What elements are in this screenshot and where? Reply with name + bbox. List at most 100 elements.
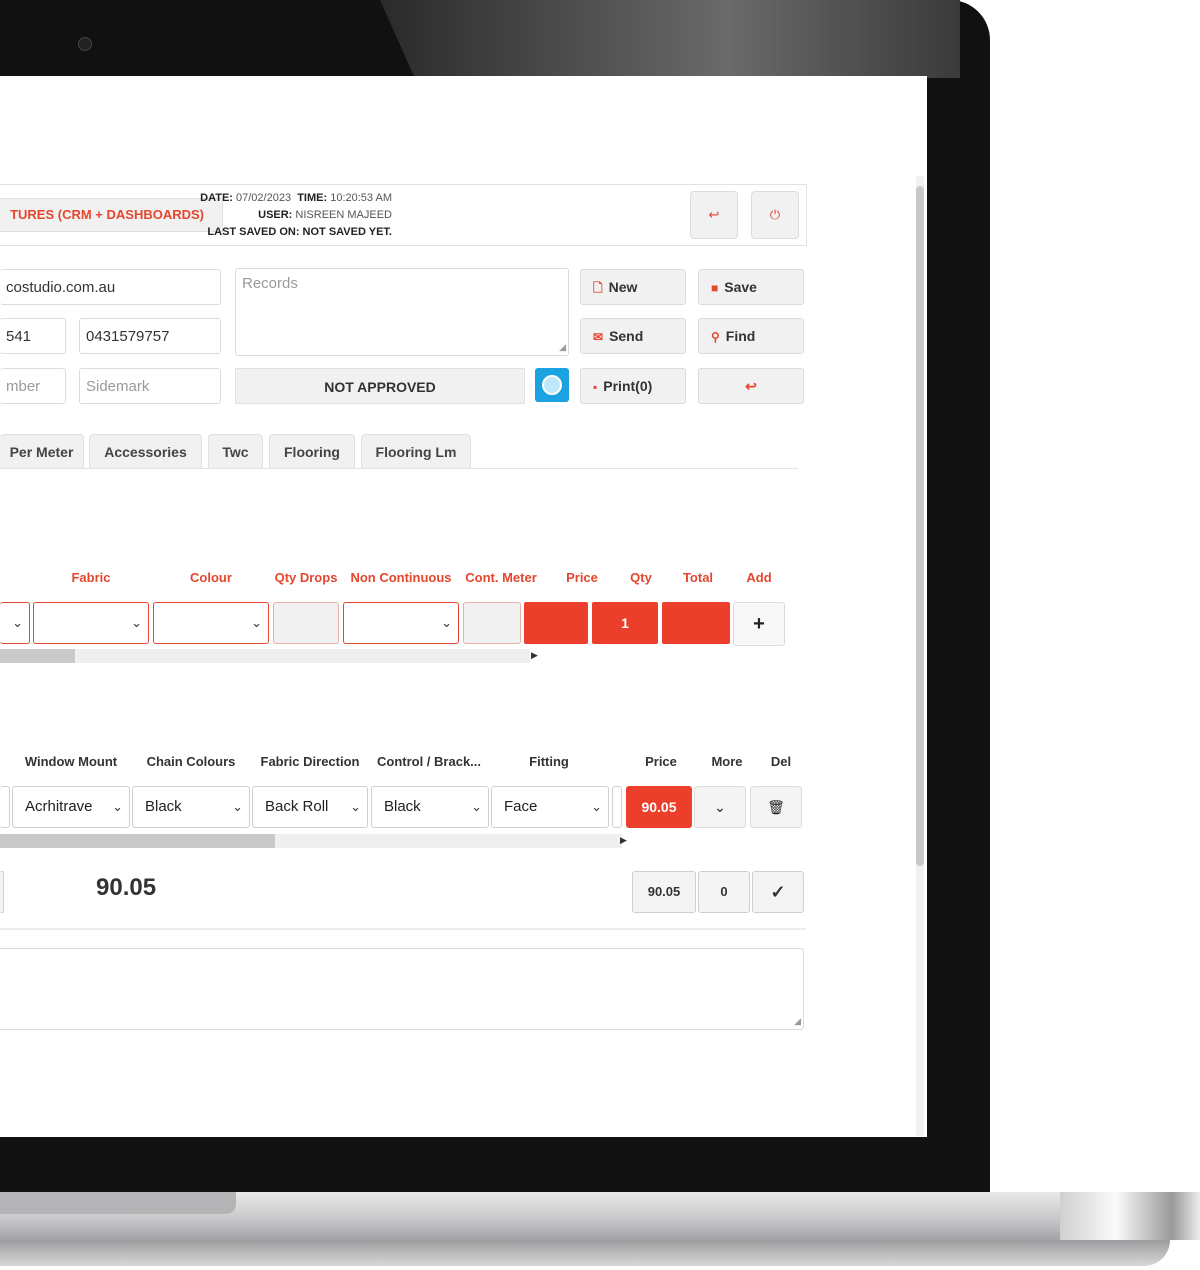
col-header-fabric-direction: Fabric Direction: [260, 754, 360, 769]
cont-meter-input[interactable]: [463, 602, 521, 644]
page-vscroll-thumb[interactable]: [916, 186, 924, 866]
envelope-icon: ✉: [593, 330, 604, 344]
undo-arrow-icon: ↩: [745, 378, 757, 394]
status-toggle-icon[interactable]: [535, 368, 569, 402]
number-field[interactable]: mber: [0, 368, 66, 404]
footer-left-button[interactable]: [0, 871, 4, 913]
features-button[interactable]: TURES (CRM + DASHBOARDS): [0, 198, 223, 232]
undo-button[interactable]: ↩: [690, 191, 738, 239]
plus-icon: +: [753, 613, 765, 635]
col-header-qty-drops: Qty Drops: [274, 570, 338, 585]
bezel-reflection: [380, 0, 960, 78]
chevron-down-icon: ⌄: [471, 799, 482, 814]
scroll-right-icon[interactable]: ▶: [620, 835, 627, 846]
select-fabric[interactable]: ⌄: [33, 602, 149, 644]
resize-grip-icon[interactable]: ◢: [794, 1016, 801, 1027]
count-button[interactable]: 0: [698, 871, 750, 913]
save-button[interactable]: ■ Save: [698, 269, 804, 305]
file-icon: 🗋: [593, 281, 603, 295]
laptop-base-shine: [1060, 1192, 1200, 1240]
line-price: 90.05: [626, 786, 692, 828]
select-type[interactable]: ⌄: [0, 602, 30, 644]
chevron-circle-down-icon: ⌄: [714, 799, 726, 815]
subtotal-button[interactable]: 90.05: [632, 871, 696, 913]
price-cell: [524, 602, 588, 644]
back-button[interactable]: ↩: [698, 368, 804, 404]
tab-divider: [0, 468, 798, 469]
select-hidden-column[interactable]: [612, 786, 622, 828]
col-header-chain-colours: Chain Colours: [146, 754, 236, 769]
select-window-mount[interactable]: Acrhitrave ⌄: [12, 786, 130, 828]
qty-drops-input[interactable]: [273, 602, 339, 644]
grid1-hscroll-track[interactable]: [0, 649, 530, 663]
camera-icon: [78, 37, 92, 51]
find-button[interactable]: ⚲ Find: [698, 318, 804, 354]
search-icon: ⚲: [711, 330, 720, 344]
scroll-right-icon[interactable]: ▶: [531, 650, 538, 661]
undo-arrow-icon: ↩: [708, 207, 720, 222]
approval-status: NOT APPROVED: [235, 368, 525, 404]
qty-cell[interactable]: 1: [592, 602, 658, 644]
select-prev-column[interactable]: [0, 786, 10, 828]
phone-field[interactable]: 541: [0, 318, 66, 354]
chevron-down-icon: ⌄: [251, 615, 262, 630]
confirm-button[interactable]: ✓: [752, 871, 804, 913]
save-icon: ■: [711, 281, 719, 295]
col-header-more: More: [711, 754, 743, 769]
total-cell: [662, 602, 730, 644]
sidemark-field[interactable]: Sidemark: [79, 368, 221, 404]
col-header-window-mount: Window Mount: [24, 754, 118, 769]
tab-accessories[interactable]: Accessories: [89, 434, 202, 468]
chevron-down-icon: ⌄: [350, 799, 361, 814]
select-chain-colours[interactable]: Black ⌄: [132, 786, 250, 828]
print-icon: ▪: [593, 380, 598, 394]
print-button[interactable]: ▪ Print(0): [580, 368, 686, 404]
col-header-control-bracket: Control / Brack...: [376, 754, 482, 769]
more-button[interactable]: ⌄: [694, 786, 746, 828]
date-time-line: DATE: 07/02/2023 TIME: 10:20:53 AM: [200, 192, 392, 204]
mobile-field[interactable]: 0431579757: [79, 318, 221, 354]
col-header-del: Del: [770, 754, 792, 769]
col-header-price: Price: [645, 754, 677, 769]
trash-icon: 🗑: [767, 799, 785, 815]
select-control-bracket[interactable]: Black ⌄: [371, 786, 489, 828]
col-header-total: Total: [682, 570, 714, 585]
last-saved-line: LAST SAVED ON: NOT SAVED YET.: [207, 226, 392, 238]
grid2-hscroll-thumb[interactable]: [0, 834, 275, 848]
col-header-fitting: Fitting: [529, 754, 569, 769]
col-header-add: Add: [746, 570, 772, 585]
laptop-base-lip: [0, 1192, 236, 1214]
tab-twc[interactable]: Twc: [208, 434, 263, 468]
records-textarea[interactable]: Records ◢: [235, 268, 569, 356]
select-non-continuous[interactable]: ⌄: [343, 602, 459, 644]
select-fitting[interactable]: Face ⌄: [491, 786, 609, 828]
power-button[interactable]: ⏻: [751, 191, 799, 239]
tab-per-meter[interactable]: Per Meter: [0, 434, 84, 468]
section-divider: [0, 928, 806, 930]
chevron-down-icon: ⌄: [232, 799, 243, 814]
select-fabric-direction[interactable]: Back Roll ⌄: [252, 786, 368, 828]
laptop-base-shadow: [0, 1240, 1170, 1266]
col-header-colour: Colour: [190, 570, 232, 585]
check-icon: ✓: [770, 882, 786, 902]
email-field[interactable]: costudio.com.au: [0, 269, 221, 305]
resize-grip-icon[interactable]: ◢: [559, 342, 566, 353]
add-row-button[interactable]: +: [733, 602, 785, 646]
app-screen: TURES (CRM + DASHBOARDS) DATE: 07/02/202…: [0, 76, 927, 1137]
select-colour[interactable]: ⌄: [153, 602, 269, 644]
col-header-non-continuous: Non Continuous: [350, 570, 452, 585]
grid1-hscroll-thumb[interactable]: [0, 649, 75, 663]
chevron-down-icon: ⌄: [131, 615, 142, 630]
send-button[interactable]: ✉ Send: [580, 318, 686, 354]
notes-textarea[interactable]: ◢: [0, 948, 804, 1030]
col-header-fabric: Fabric: [71, 570, 111, 585]
tab-flooring[interactable]: Flooring: [269, 434, 355, 468]
user-line: USER: NISREEN MAJEED: [258, 209, 392, 221]
power-icon: ⏻: [769, 207, 781, 222]
chevron-down-icon: ⌄: [591, 799, 602, 814]
new-button[interactable]: 🗋 New: [580, 269, 686, 305]
chevron-down-icon: ⌄: [112, 799, 123, 814]
tab-flooring-lm[interactable]: Flooring Lm: [361, 434, 471, 468]
delete-button[interactable]: 🗑: [750, 786, 802, 828]
chevron-down-icon: ⌄: [441, 615, 452, 630]
